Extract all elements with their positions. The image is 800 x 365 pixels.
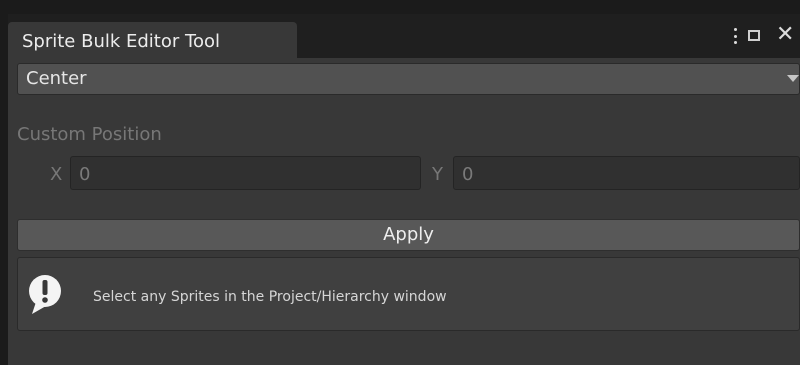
y-label: Y (432, 164, 443, 185)
maximize-icon[interactable] (748, 30, 760, 41)
y-position-field[interactable]: 0 (453, 156, 800, 190)
y-position-value: 0 (462, 164, 474, 185)
chevron-down-icon (787, 75, 799, 82)
window-tab[interactable]: Sprite Bulk Editor Tool (8, 22, 297, 58)
apply-button-label: Apply (383, 224, 434, 245)
x-position-field[interactable]: 0 (70, 156, 421, 190)
pivot-dropdown[interactable]: Center (17, 63, 800, 95)
exclamation-icon (29, 275, 61, 314)
pivot-dropdown-value: Center (26, 68, 87, 89)
tab-title: Sprite Bulk Editor Tool (22, 31, 220, 52)
help-box: Select any Sprites in the Project/Hierar… (17, 257, 800, 331)
editor-window: Sprite Bulk Editor Tool ✕ Center Custom … (8, 14, 800, 365)
kebab-menu-icon[interactable] (730, 25, 740, 47)
tab-bar: Sprite Bulk Editor Tool ✕ (8, 14, 800, 58)
x-position-value: 0 (79, 164, 91, 185)
x-label: X (50, 164, 63, 185)
close-icon[interactable]: ✕ (776, 24, 794, 46)
help-message: Select any Sprites in the Project/Hierar… (93, 289, 447, 305)
custom-position-label: Custom Position (17, 124, 162, 145)
apply-button[interactable]: Apply (17, 219, 800, 251)
